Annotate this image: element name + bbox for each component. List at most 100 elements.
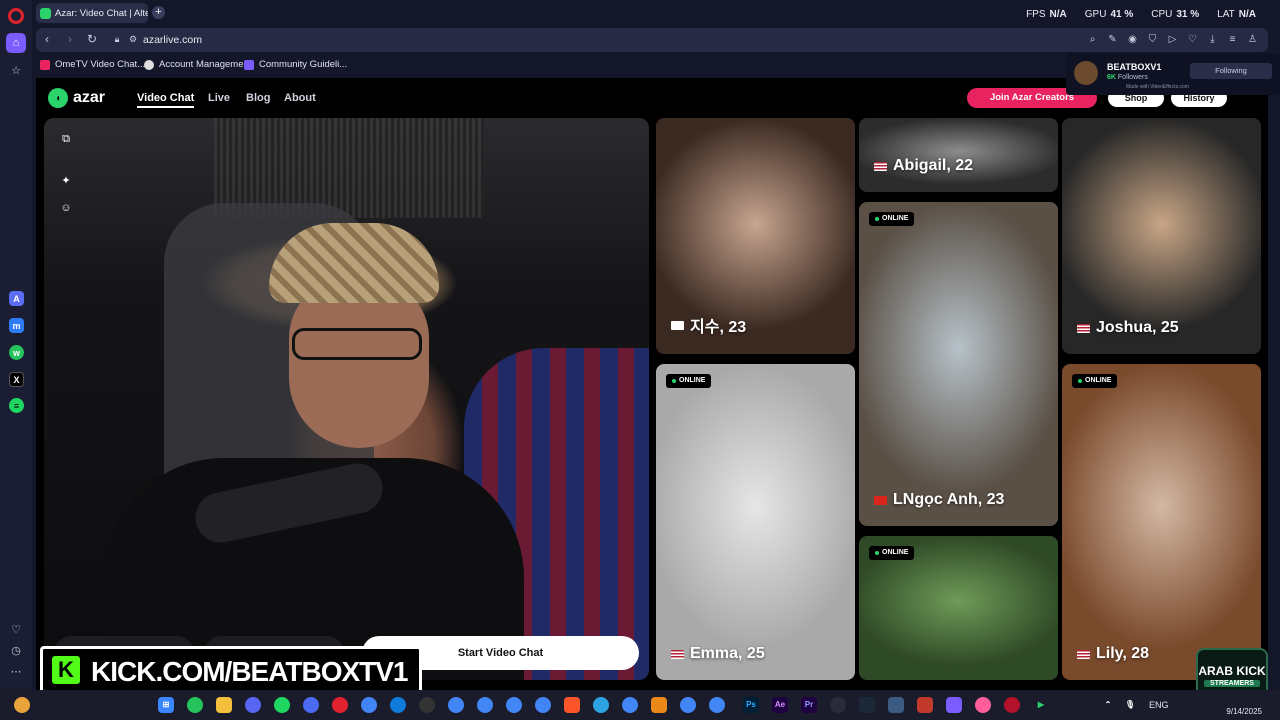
aria-icon[interactable]: A — [9, 291, 24, 306]
history-icon[interactable]: ◷ — [6, 640, 26, 660]
app-icon[interactable] — [888, 697, 904, 713]
profile-card[interactable]: ONLINE Emma, 25 — [656, 364, 855, 680]
brave-icon[interactable] — [564, 697, 580, 713]
mic-icon[interactable]: 🎙︎ — [1122, 697, 1138, 713]
app-icon[interactable] — [917, 697, 933, 713]
home-icon[interactable]: ⌂ — [6, 33, 26, 53]
bookmark-ometv[interactable]: OmeTV Video Chat... — [40, 59, 145, 70]
face-filter-icon[interactable]: ☺ — [59, 201, 73, 215]
effects-icon[interactable]: ✦ — [59, 174, 73, 188]
new-tab-button[interactable]: + — [152, 6, 165, 19]
files-icon[interactable] — [216, 697, 232, 713]
star-icon[interactable]: ☆ — [6, 60, 26, 80]
following-button[interactable]: Following — [1190, 63, 1272, 79]
expand-icon[interactable]: ⧉ — [59, 132, 73, 146]
taskbar: ⊞ Ps Ae Pr ▶ ⌃ 🎙︎ ENG 9/14/2025 — [0, 690, 1280, 720]
language-indicator[interactable]: ENG — [1149, 700, 1169, 710]
edit-icon[interactable]: ✎ — [1106, 33, 1119, 46]
nav-live[interactable]: Live — [208, 92, 230, 104]
start-icon[interactable]: ⊞ — [158, 697, 174, 713]
chrome-icon[interactable] — [448, 697, 464, 713]
heart-icon[interactable]: ♡ — [6, 619, 26, 639]
app-icon[interactable] — [975, 697, 991, 713]
profile-card[interactable]: ONLINE — [859, 536, 1058, 680]
online-badge: ONLINE — [666, 374, 712, 388]
more-icon[interactable]: ⋯ — [6, 661, 26, 681]
site-settings-icon[interactable]: ⚙︎ — [125, 34, 141, 45]
obs-icon[interactable] — [830, 697, 846, 713]
play-icon[interactable]: ▷ — [1166, 33, 1179, 46]
chrome-icon[interactable] — [506, 697, 522, 713]
chrome-icon[interactable] — [477, 697, 493, 713]
spotify-icon[interactable]: ≡ — [9, 398, 24, 413]
bookmark-label: OmeTV Video Chat... — [55, 59, 146, 70]
flag-us-icon — [1077, 649, 1090, 659]
ometv-favicon-icon — [40, 59, 50, 70]
profile-card[interactable]: ONLINE LNgọc Anh, 23 — [859, 202, 1058, 526]
azar-logo-icon: ◖ — [48, 88, 68, 108]
app-icon[interactable] — [946, 697, 962, 713]
edge-icon[interactable] — [390, 697, 406, 713]
stat-value: N/A — [1238, 9, 1256, 20]
chevron-up-icon[interactable]: ⌃ — [1100, 697, 1116, 713]
heart-icon[interactable]: ♡ — [1186, 33, 1199, 46]
online-dot-icon — [875, 551, 879, 555]
shield-icon[interactable]: ⛉ — [1146, 33, 1159, 46]
profile-card[interactable]: ONLINE Lily, 28 — [1062, 364, 1261, 680]
url-field[interactable]: azarlive.com — [143, 34, 202, 46]
nav-video-chat[interactable]: Video Chat — [137, 92, 195, 108]
weather-icon[interactable] — [14, 697, 30, 713]
spotify-icon[interactable] — [274, 697, 290, 713]
profile-icon[interactable]: ♙ — [1246, 33, 1259, 46]
lock-icon[interactable]: 🔒︎ — [109, 34, 125, 45]
stat-value: 41 % — [1110, 9, 1134, 20]
chrome-icon[interactable] — [680, 697, 696, 713]
chrome-icon[interactable] — [622, 697, 638, 713]
kick-icon[interactable]: ▶ — [1033, 697, 1049, 713]
profile-card[interactable]: Joshua, 25 — [1062, 118, 1261, 354]
opera-gx-icon[interactable] — [303, 697, 319, 713]
chrome-icon[interactable] — [535, 697, 551, 713]
bookmark-account[interactable]: Account Manageme... — [144, 59, 251, 70]
azar-logo[interactable]: ◖ azar — [48, 88, 105, 108]
app-icon[interactable] — [651, 697, 667, 713]
opera-icon[interactable] — [332, 697, 348, 713]
whatsapp-icon[interactable] — [187, 697, 203, 713]
after-effects-icon[interactable]: Ae — [772, 697, 788, 713]
discord-icon[interactable] — [245, 697, 261, 713]
profile-card[interactable]: Abigail, 22 — [859, 118, 1058, 192]
app-icon[interactable] — [1004, 697, 1020, 713]
kick-url: KICK.COM/BEATBOXTV1 — [91, 656, 408, 687]
online-label: ONLINE — [882, 549, 909, 556]
flag-vn-icon — [874, 495, 887, 505]
search-icon[interactable]: ⌕ — [1086, 33, 1099, 46]
whatsapp-icon[interactable]: w — [9, 345, 24, 360]
tab-azar[interactable]: Azar: Video Chat | Alternati — [36, 3, 148, 23]
telegram-icon[interactable] — [593, 697, 609, 713]
menu-icon[interactable]: ≡ — [1226, 33, 1239, 46]
steam-icon[interactable] — [859, 697, 875, 713]
chrome-icon[interactable] — [361, 697, 377, 713]
download-icon[interactable]: ⤓ — [1206, 33, 1219, 46]
profile-name: Lily, 28 — [1077, 645, 1149, 663]
tab-title: Azar: Video Chat | Alternati — [55, 7, 148, 19]
app-icon[interactable] — [419, 697, 435, 713]
nav-blog[interactable]: Blog — [246, 92, 270, 104]
opera-logo-icon[interactable] — [8, 8, 24, 24]
forward-icon[interactable]: › — [62, 32, 78, 46]
watermark-line1: ARAB KICK — [1198, 664, 1266, 678]
photoshop-icon[interactable]: Ps — [743, 697, 759, 713]
chrome-icon[interactable] — [709, 697, 725, 713]
reload-icon[interactable]: ↻ — [84, 32, 100, 46]
stat-label: FPS — [1026, 9, 1046, 20]
x-icon[interactable]: X — [9, 372, 24, 387]
back-icon[interactable]: ‹ — [39, 32, 55, 46]
stat-label: GPU — [1084, 9, 1107, 20]
premiere-icon[interactable]: Pr — [801, 697, 817, 713]
camera-icon[interactable]: ◉ — [1126, 33, 1139, 46]
messenger-icon[interactable]: m — [9, 318, 24, 333]
nav-about[interactable]: About — [284, 92, 316, 104]
taskbar-date: 9/14/2025 — [1226, 707, 1262, 716]
bookmark-guidelines[interactable]: Community Guideli... — [244, 59, 347, 70]
profile-card[interactable]: 지수, 23 — [656, 118, 855, 354]
